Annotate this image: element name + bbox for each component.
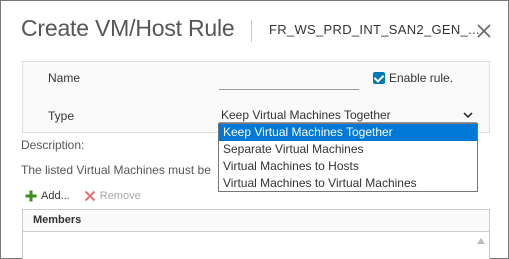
description-text: The listed Virtual Machines must be xyxy=(21,163,211,177)
type-option-keep-together[interactable]: Keep Virtual Machines Together xyxy=(219,124,477,141)
add-button[interactable]: Add... xyxy=(25,190,70,202)
chevron-down-icon xyxy=(463,112,473,119)
create-vm-host-rule-dialog: Create VM/Host Rule FR_WS_PRD_INT_SAN2_G… xyxy=(0,0,509,259)
plus-icon xyxy=(25,190,37,202)
scroll-up-icon[interactable] xyxy=(477,238,485,244)
remove-button[interactable]: Remove xyxy=(84,190,141,202)
checkbox-checked-icon xyxy=(373,72,385,84)
type-option-vms-to-hosts[interactable]: Virtual Machines to Hosts xyxy=(219,158,477,175)
members-grid: Members xyxy=(22,209,490,259)
type-label: Type xyxy=(48,109,75,123)
add-button-label: Add... xyxy=(41,190,70,202)
remove-button-label: Remove xyxy=(99,190,141,202)
description-label: Description: xyxy=(21,138,85,152)
close-button[interactable] xyxy=(474,21,494,41)
close-icon xyxy=(477,24,491,38)
type-select[interactable]: Keep Virtual Machines Together xyxy=(219,108,477,123)
members-toolbar: Add... Remove xyxy=(25,190,155,202)
enable-rule-checkbox[interactable]: Enable rule. xyxy=(373,71,453,85)
enable-rule-label: Enable rule. xyxy=(389,71,454,85)
type-option-separate[interactable]: Separate Virtual Machines xyxy=(219,141,477,158)
type-option-vms-to-vms[interactable]: Virtual Machines to Virtual Machines xyxy=(219,175,477,192)
dialog-subtitle: FR_WS_PRD_INT_SAN2_GEN_... xyxy=(269,22,480,37)
name-input[interactable] xyxy=(219,72,359,90)
type-select-value: Keep Virtual Machines Together xyxy=(221,108,391,122)
dialog-title: Create VM/Host Rule xyxy=(21,15,235,41)
type-dropdown-list: Keep Virtual Machines Together Separate … xyxy=(218,123,478,192)
dialog-header: Create VM/Host Rule FR_WS_PRD_INT_SAN2_G… xyxy=(1,1,508,57)
name-label: Name xyxy=(48,71,81,85)
x-icon xyxy=(84,190,95,202)
title-separator xyxy=(251,20,252,42)
members-column-header[interactable]: Members xyxy=(23,210,489,232)
